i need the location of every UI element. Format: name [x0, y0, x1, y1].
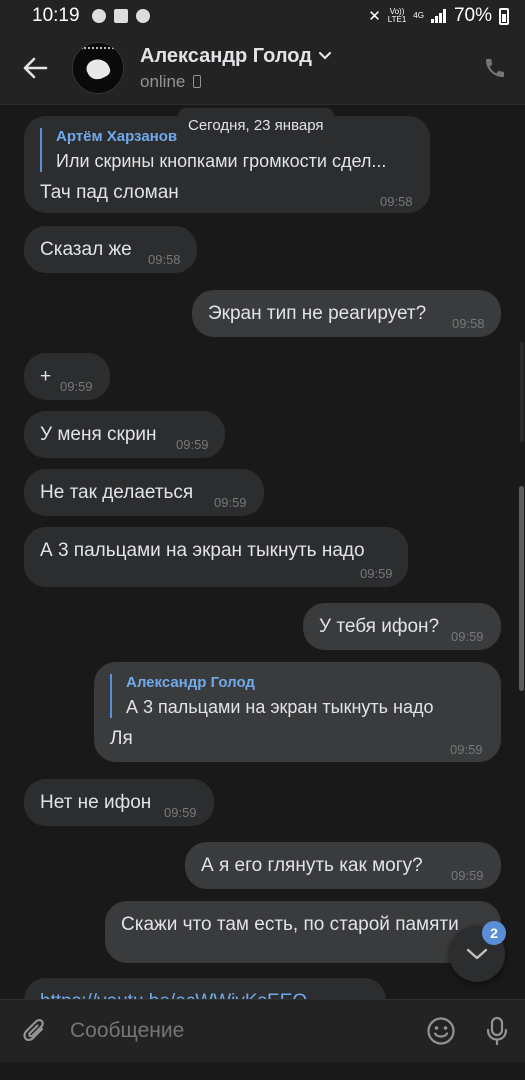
message-bubble[interactable]: А 3 пальцами на экран тыкнуть надо 09:59 — [24, 527, 408, 587]
message-text: Нет не ифон — [40, 792, 152, 813]
reply-text: Или скрины кнопками громкости сдел... — [56, 151, 387, 171]
back-arrow-icon — [23, 57, 48, 79]
call-icon — [486, 59, 504, 77]
avatar[interactable] — [72, 42, 124, 94]
message-text: Экран тип не реагирует? — [208, 303, 427, 324]
voice-button[interactable] — [469, 1000, 525, 1063]
status-bar: 10:19 ✕ Vo)) LTE1 4G 70% — [0, 0, 525, 32]
reply-author: Александр Голод — [126, 674, 255, 691]
phone-device-icon — [193, 75, 202, 88]
message-link[interactable]: https://youtu.be/ecWWivKsEEQ — [40, 991, 307, 999]
message-bubble[interactable]: + 09:59 — [24, 353, 110, 400]
message-bubble[interactable]: Не так делаеться 09:59 — [24, 469, 264, 516]
smile-icon — [427, 1017, 455, 1045]
message-time: 09:59 — [214, 495, 247, 510]
message-time: 09:59 — [450, 742, 483, 757]
message-time: 09:59 — [451, 868, 484, 883]
paperclip-icon — [23, 1019, 44, 1042]
lte-label: LTE1 — [387, 15, 407, 24]
chevron-down-icon — [466, 948, 488, 960]
message-time: 09:59 — [176, 437, 209, 452]
reply-text: А 3 пальцами на экран тыкнуть надо — [126, 697, 434, 717]
mute-icon: ✕ — [368, 8, 381, 25]
message-text: Тач пад сломан — [40, 182, 179, 203]
message-text: А я его глянуть как могу? — [201, 855, 423, 876]
status-time: 10:19 — [32, 5, 80, 26]
message-text: + — [40, 366, 52, 387]
message-time: 09:59 — [60, 379, 93, 394]
message-text: У тебя ифон? — [319, 616, 440, 637]
message-time: 09:59 — [360, 566, 393, 581]
message-bubble[interactable]: Александр Голод А 3 пальцами на экран ты… — [94, 662, 501, 762]
attach-button[interactable] — [0, 1000, 70, 1063]
message-time: 09:59 — [164, 805, 197, 820]
message-text: А 3 пальцами на экран тыкнуть надо — [40, 540, 365, 561]
message-input[interactable] — [70, 1019, 413, 1043]
chat-notification-icon — [91, 9, 106, 23]
chat-header: Александр Голод online — [0, 32, 525, 104]
chevron-down-icon — [318, 51, 332, 60]
app-notification-icon — [135, 9, 150, 23]
message-bubble[interactable]: У тебя ифон? 09:59 — [303, 603, 501, 650]
message-bubble[interactable]: У меня скрин 09:59 — [24, 411, 225, 458]
message-text: У меня скрин — [40, 424, 157, 445]
message-composer — [0, 999, 525, 1062]
contact-status: online — [140, 71, 186, 91]
contact-name: Александр Голод — [140, 44, 312, 67]
message-text: Скажи что там есть, по старой памяти — [121, 914, 459, 935]
message-time: 09:59 — [451, 629, 484, 644]
battery-percent: 70% — [453, 5, 492, 26]
net-type-label: 4G — [413, 11, 424, 20]
reply-quote[interactable]: Александр Голод А 3 пальцами на экран ты… — [110, 674, 433, 718]
call-button[interactable] — [465, 32, 525, 104]
microphone-icon — [486, 1016, 508, 1046]
message-bubble[interactable]: https://youtu.be/ecWWivKsEEQ — [24, 978, 386, 999]
emoji-button[interactable] — [413, 1000, 469, 1063]
back-button[interactable] — [0, 32, 70, 104]
date-separator: Сегодня, 23 января — [178, 108, 334, 142]
signal-icon — [430, 9, 446, 23]
battery-icon — [499, 7, 509, 25]
message-bubble[interactable]: Скажи что там есть, по старой памяти — [105, 901, 501, 963]
message-bubble[interactable]: Сказал же 09:58 — [24, 226, 197, 273]
message-bubble[interactable]: Экран тип не реагирует? 09:58 — [192, 290, 501, 337]
message-text: Не так делаеться — [40, 482, 194, 503]
image-notification-icon — [113, 9, 128, 23]
scrollbar[interactable] — [519, 486, 524, 691]
message-time: 09:58 — [380, 194, 413, 209]
unread-badge: 2 — [482, 921, 506, 945]
message-text: Ля — [110, 728, 133, 749]
message-bubble[interactable]: А я его глянуть как могу? 09:59 — [185, 842, 501, 889]
message-list[interactable]: Артём Харзанов Или скрины кнопками громк… — [0, 104, 525, 999]
message-time: 09:58 — [452, 316, 485, 331]
contact-info[interactable]: Александр Голод online — [140, 45, 332, 92]
message-text: Сказал же — [40, 239, 132, 260]
system-nav-bar — [0, 1062, 525, 1080]
message-time: 09:58 — [148, 252, 181, 267]
message-bubble[interactable]: Нет не ифон 09:59 — [24, 779, 214, 826]
